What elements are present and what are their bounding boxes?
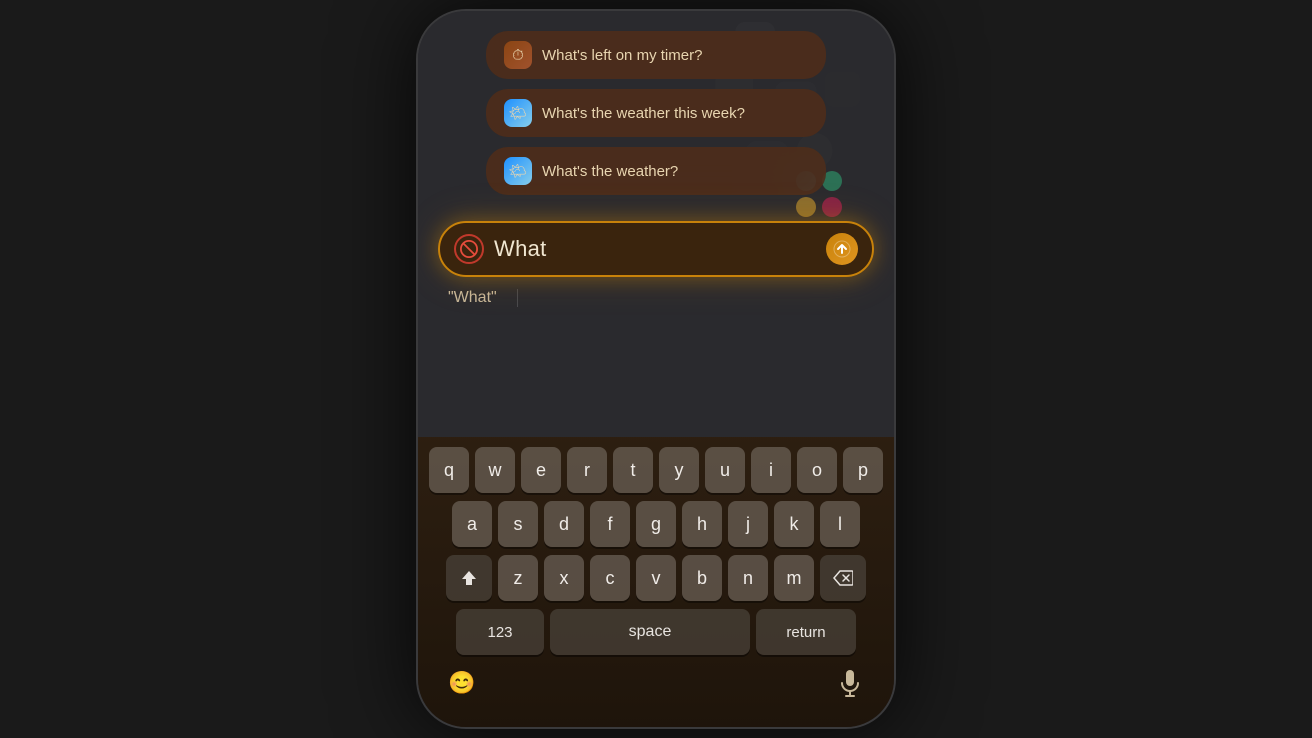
- key-row-1: q w e r t y u i o p: [426, 447, 886, 493]
- key-h[interactable]: h: [682, 501, 722, 547]
- key-row-2: a s d f g h j k l: [426, 501, 886, 547]
- suggestion-weather-week-icon: 🌤: [504, 99, 532, 127]
- key-q[interactable]: q: [429, 447, 469, 493]
- key-e[interactable]: e: [521, 447, 561, 493]
- suggestion-clock-icon: ⏱: [504, 41, 532, 69]
- phone-device: ⏱ What's left on my timer? 🌤 What's the …: [416, 9, 896, 729]
- key-f[interactable]: f: [590, 501, 630, 547]
- search-bar[interactable]: What: [438, 221, 874, 277]
- return-key[interactable]: return: [756, 609, 856, 655]
- search-bar-container: What: [438, 221, 874, 277]
- keyboard-accessory-bar: 😊: [426, 655, 886, 707]
- key-n[interactable]: n: [728, 555, 768, 601]
- key-a[interactable]: a: [452, 501, 492, 547]
- suggestion-text: What's left on my timer?: [542, 47, 702, 64]
- suggestion-text: What's the weather this week?: [542, 105, 745, 122]
- suggestion-item[interactable]: ⏱ What's left on my timer?: [486, 31, 826, 79]
- key-j[interactable]: j: [728, 501, 768, 547]
- key-l[interactable]: l: [820, 501, 860, 547]
- emoji-button[interactable]: 😊: [442, 663, 482, 703]
- key-row-3: z x c v b n m: [426, 555, 886, 601]
- key-k[interactable]: k: [774, 501, 814, 547]
- key-z[interactable]: z: [498, 555, 538, 601]
- suggestion-item[interactable]: 🌤 What's the weather?: [486, 147, 826, 195]
- autocorrect-bar: "What": [418, 281, 894, 315]
- key-y[interactable]: y: [659, 447, 699, 493]
- key-p[interactable]: p: [843, 447, 883, 493]
- delete-key[interactable]: [820, 555, 866, 601]
- keyboard-bottom-row: 123 space return: [426, 609, 886, 655]
- key-v[interactable]: v: [636, 555, 676, 601]
- key-i[interactable]: i: [751, 447, 791, 493]
- key-s[interactable]: s: [498, 501, 538, 547]
- key-u[interactable]: u: [705, 447, 745, 493]
- suggestions-area: ⏱ What's left on my timer? 🌤 What's the …: [418, 31, 894, 195]
- key-o[interactable]: o: [797, 447, 837, 493]
- key-d[interactable]: d: [544, 501, 584, 547]
- submit-button[interactable]: [826, 233, 858, 265]
- space-key[interactable]: space: [550, 609, 750, 655]
- numbers-key[interactable]: 123: [456, 609, 544, 655]
- key-x[interactable]: x: [544, 555, 584, 601]
- key-w[interactable]: w: [475, 447, 515, 493]
- key-r[interactable]: r: [567, 447, 607, 493]
- key-b[interactable]: b: [682, 555, 722, 601]
- suggestion-text: What's the weather?: [542, 163, 678, 180]
- keyboard-rows: q w e r t y u i o p a s d f g h j k: [426, 447, 886, 601]
- suggestion-item[interactable]: 🌤 What's the weather this week?: [486, 89, 826, 137]
- search-input[interactable]: What: [494, 236, 816, 262]
- keyboard: q w e r t y u i o p a s d f g h j k: [418, 437, 894, 727]
- key-m[interactable]: m: [774, 555, 814, 601]
- microphone-button[interactable]: [830, 663, 870, 703]
- key-g[interactable]: g: [636, 501, 676, 547]
- key-t[interactable]: t: [613, 447, 653, 493]
- autocorrect-suggestion[interactable]: "What": [448, 289, 518, 307]
- shift-key[interactable]: [446, 555, 492, 601]
- siri-icon: [454, 234, 484, 264]
- suggestion-weather-icon: 🌤: [504, 157, 532, 185]
- key-c[interactable]: c: [590, 555, 630, 601]
